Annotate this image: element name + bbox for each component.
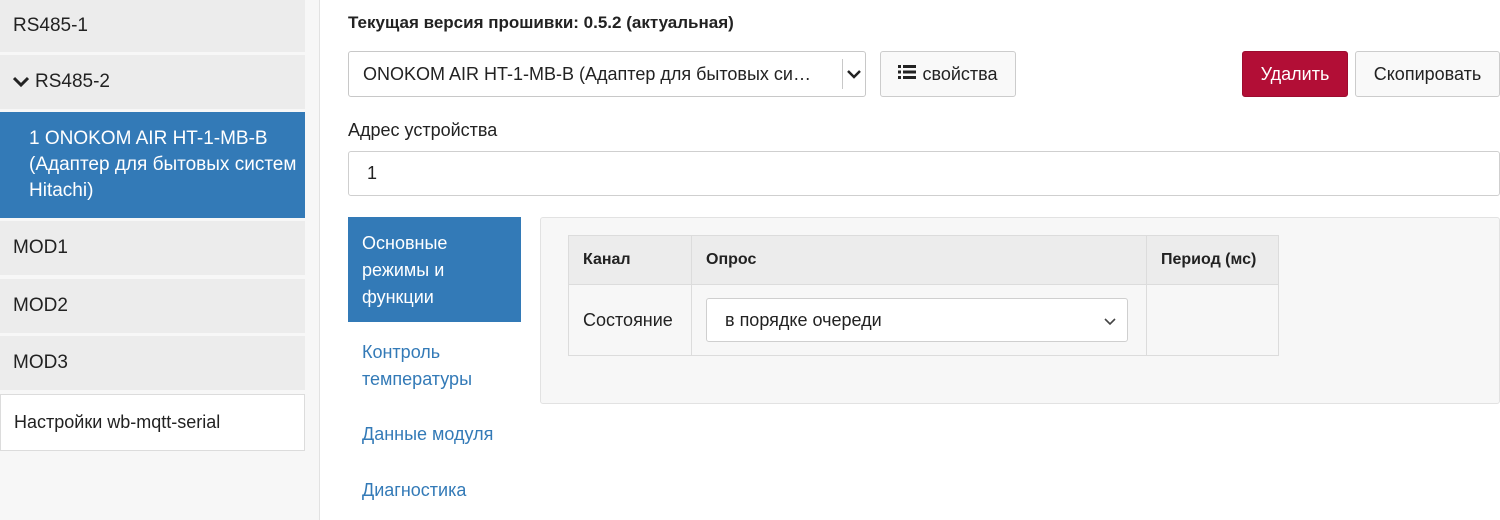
list-icon xyxy=(898,64,917,85)
address-input[interactable]: 1 xyxy=(348,151,1500,196)
tab-main-modes[interactable]: Основные режимы и функции xyxy=(348,217,521,322)
channel-name: Состояние xyxy=(568,284,692,356)
tab-label: Контроль температуры xyxy=(362,342,473,389)
chevron-down-icon xyxy=(1103,312,1117,333)
properties-label: свойства xyxy=(922,63,998,84)
sidebar: RS485-1 RS485-2 1 ONOKOM AIR HT-1-MB-B (… xyxy=(0,0,320,520)
sidebar-item-label: Настройки wb-mqtt-serial xyxy=(14,412,221,432)
channels-panel: Канал Опрос Период (мс) Состояние в поря… xyxy=(540,217,1500,404)
properties-button[interactable]: свойства xyxy=(880,51,1016,97)
poll-cell: в порядке очереди xyxy=(691,284,1147,356)
sidebar-item-settings[interactable]: Настройки wb-mqtt-serial xyxy=(0,394,305,451)
sidebar-item-label: MOD2 xyxy=(13,295,68,316)
tab-label: Основные режимы и функции xyxy=(362,233,448,307)
sidebar-item-label: RS485-2 xyxy=(35,71,110,92)
sidebar-item-mod2[interactable]: MOD2 xyxy=(0,279,305,333)
firmware-version: Текущая версия прошивки: 0.5.2 (актуальн… xyxy=(348,13,734,32)
poll-mode-select[interactable]: в порядке очереди xyxy=(706,298,1128,342)
column-header: Период (мс) xyxy=(1146,235,1279,285)
channels-table: Канал Опрос Период (мс) Состояние в поря… xyxy=(568,235,1279,356)
delete-button[interactable]: Удалить xyxy=(1242,51,1348,97)
column-header: Опрос xyxy=(691,235,1147,285)
tab-diagnostics[interactable]: Диагностика xyxy=(348,477,521,504)
sidebar-item-label: 1 ONOKOM AIR HT-1-MB-B (Адаптер для быто… xyxy=(29,128,297,201)
tab-module-data[interactable]: Данные модуля xyxy=(348,421,521,448)
sidebar-item-mod3[interactable]: MOD3 xyxy=(0,336,305,390)
tab-label: Данные модуля xyxy=(362,424,494,444)
tab-label: Диагностика xyxy=(362,480,467,500)
chevron-down-icon xyxy=(13,76,29,88)
device-template-value: ONOKOM AIR HT-1-MB-B (Адаптер для бытовы… xyxy=(363,63,811,84)
device-template-select[interactable]: ONOKOM AIR HT-1-MB-B (Адаптер для бытовы… xyxy=(348,51,866,97)
sidebar-item-label: RS485-1 xyxy=(13,15,88,36)
copy-button[interactable]: Скопировать xyxy=(1355,51,1500,97)
chevron-down-icon xyxy=(842,59,865,89)
sidebar-item-label: MOD3 xyxy=(13,352,68,373)
sidebar-item-rs485-2[interactable]: RS485-2 xyxy=(0,55,305,109)
poll-mode-value: в порядке очереди xyxy=(725,309,882,330)
sidebar-item-mod1[interactable]: MOD1 xyxy=(0,221,305,275)
sidebar-item-rs485-1[interactable]: RS485-1 xyxy=(0,0,305,52)
tab-temperature-control[interactable]: Контроль температуры xyxy=(348,339,521,393)
sidebar-item-label: MOD1 xyxy=(13,237,68,258)
main-content: Текущая версия прошивки: 0.5.2 (актуальн… xyxy=(348,0,1500,520)
column-header: Канал xyxy=(568,235,692,285)
period-cell xyxy=(1146,284,1279,356)
address-label: Адрес устройства xyxy=(348,120,498,140)
table-row: Состояние в порядке очереди xyxy=(568,284,1279,356)
sidebar-item-device[interactable]: 1 ONOKOM AIR HT-1-MB-B (Адаптер для быто… xyxy=(0,112,305,218)
